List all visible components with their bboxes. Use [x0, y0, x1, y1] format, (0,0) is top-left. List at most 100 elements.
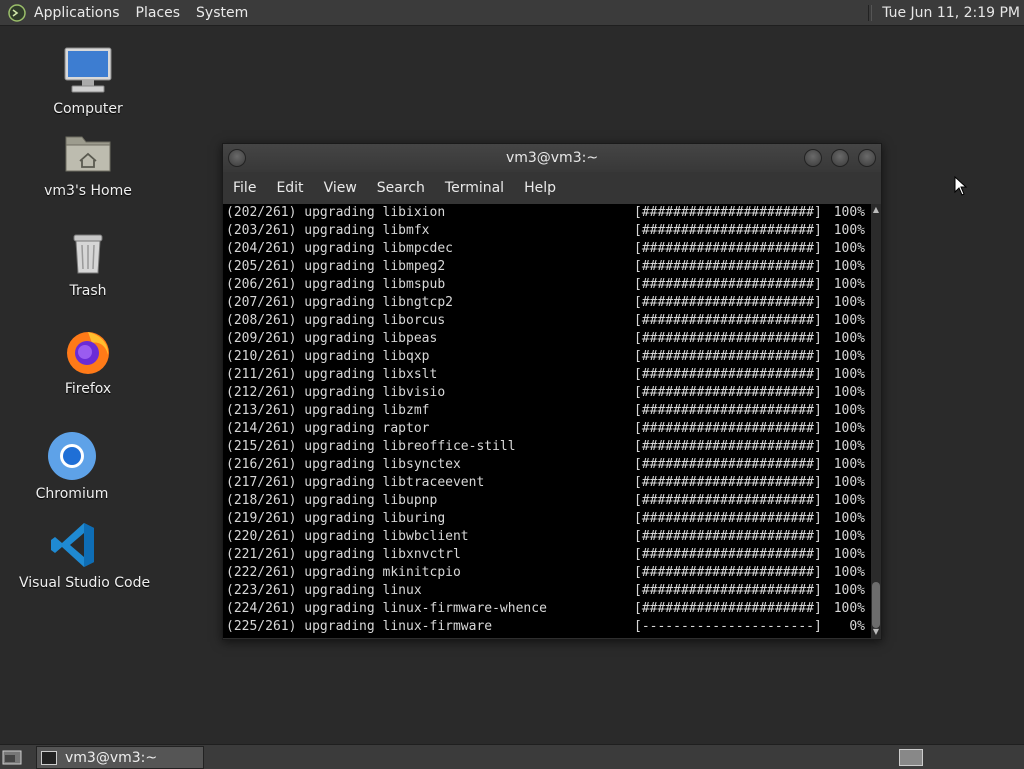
window-title: vm3@vm3:~	[505, 150, 599, 166]
terminal-line-text: (220/261) upgrading libwbclient	[226, 529, 469, 544]
menu-view[interactable]: View	[314, 180, 367, 196]
terminal-line: (216/261) upgrading libsynctex [#########…	[223, 456, 871, 474]
menu-search[interactable]: Search	[367, 180, 435, 196]
top-panel: Applications Places System Tue Jun 11, 2…	[0, 0, 1024, 26]
progress-bar-text: [######################]	[634, 241, 822, 256]
system-menu[interactable]: System	[188, 5, 256, 21]
terminal-line-text: (210/261) upgrading libqxp	[226, 349, 430, 364]
progress-percent: 100%	[833, 367, 865, 382]
progress-percent: 100%	[833, 421, 865, 436]
terminal-line: (211/261) upgrading libxslt [############…	[223, 366, 871, 384]
terminal-window: vm3@vm3:~ File Edit View Search Terminal…	[222, 143, 882, 640]
scroll-up-arrow-icon[interactable]: ▲	[872, 206, 880, 214]
desktop-icon-label: Firefox	[64, 381, 112, 397]
terminal-line-text: (209/261) upgrading libpeas	[226, 331, 438, 346]
progress-bar-text: [######################]	[634, 421, 822, 436]
show-desktop-icon[interactable]	[2, 749, 22, 765]
progress-bar-text: [######################]	[634, 601, 822, 616]
workspace-switcher[interactable]	[899, 749, 923, 766]
progress-bar-text: [######################]	[634, 295, 822, 310]
desktop-icon-label: vm3's Home	[44, 183, 132, 199]
terminal-line-text: (207/261) upgrading libngtcp2	[226, 295, 453, 310]
desktop-icon-label: Chromium	[35, 486, 109, 502]
scroll-down-arrow-icon[interactable]: ▼	[872, 628, 880, 636]
progress-percent: 100%	[833, 277, 865, 292]
menu-help[interactable]: Help	[514, 180, 566, 196]
terminal-line-text: (205/261) upgrading libmpeg2	[226, 259, 446, 274]
progress-percent: 100%	[833, 349, 865, 364]
desktop-icon-home[interactable]: vm3's Home	[33, 127, 143, 199]
maximize-button[interactable]	[831, 149, 849, 167]
terminal-line-text: (217/261) upgrading libtraceevent	[226, 475, 485, 490]
terminal-line: (209/261) upgrading libpeas [############…	[223, 330, 871, 348]
progress-bar-text: [######################]	[634, 313, 822, 328]
progress-bar-text: [######################]	[634, 205, 822, 220]
mouse-cursor-icon	[954, 176, 968, 196]
scrollbar-thumb[interactable]	[872, 582, 880, 628]
progress-percent: 0%	[849, 619, 865, 634]
terminal-line-text: (206/261) upgrading libmspub	[226, 277, 446, 292]
applications-menu[interactable]: Applications	[32, 5, 128, 21]
terminal-line-text: (213/261) upgrading libzmf	[226, 403, 430, 418]
terminal-line-text: (203/261) upgrading libmfx	[226, 223, 430, 238]
progress-bar-text: [######################]	[634, 511, 822, 526]
terminal-line: (208/261) upgrading liborcus [###########…	[223, 312, 871, 330]
progress-bar-text: [######################]	[634, 565, 822, 580]
progress-percent: 100%	[833, 457, 865, 472]
menu-file[interactable]: File	[223, 180, 266, 196]
terminal-line: (218/261) upgrading libupnp [############…	[223, 492, 871, 510]
menu-terminal[interactable]: Terminal	[435, 180, 514, 196]
progress-percent: 100%	[833, 547, 865, 562]
progress-bar-text: [######################]	[634, 277, 822, 292]
progress-bar-text: [######################]	[634, 385, 822, 400]
terminal-line: (205/261) upgrading libmpeg2 [###########…	[223, 258, 871, 276]
terminal-menubar: File Edit View Search Terminal Help	[223, 172, 881, 204]
chromium-icon	[48, 432, 96, 480]
terminal-line: (225/261) upgrading linux-firmware [-----…	[223, 618, 871, 636]
places-menu[interactable]: Places	[128, 5, 189, 21]
desktop-icon-firefox[interactable]: Firefox	[33, 325, 143, 397]
terminal-line: (223/261) upgrading linux [##############…	[223, 582, 871, 600]
terminal-scrollbar[interactable]: ▲ ▼	[871, 204, 881, 638]
desktop-icon-computer[interactable]: Computer	[33, 45, 143, 117]
menu-edit[interactable]: Edit	[266, 180, 313, 196]
progress-percent: 100%	[833, 601, 865, 616]
terminal-line-text: (218/261) upgrading libupnp	[226, 493, 438, 508]
desktop-icon-chromium[interactable]: Chromium	[17, 430, 127, 502]
terminal-line-text: (215/261) upgrading libreoffice-still	[226, 439, 516, 454]
panel-separator	[868, 4, 873, 21]
window-titlebar[interactable]: vm3@vm3:~	[223, 144, 881, 172]
progress-percent: 100%	[833, 295, 865, 310]
progress-bar-text: [######################]	[634, 475, 822, 490]
terminal-line: (207/261) upgrading libngtcp2 [##########…	[223, 294, 871, 312]
progress-bar-text: [----------------------]	[634, 619, 822, 634]
terminal-line-text: (224/261) upgrading linux-firmware-whenc…	[226, 601, 547, 616]
progress-percent: 100%	[833, 565, 865, 580]
progress-percent: 100%	[833, 403, 865, 418]
terminal-line-text: (222/261) upgrading mkinitcpio	[226, 565, 461, 580]
progress-bar-text: [######################]	[634, 529, 822, 544]
terminal-line-text: (208/261) upgrading liborcus	[226, 313, 446, 328]
computer-icon	[64, 47, 112, 93]
terminal-line: (213/261) upgrading libzmf [#############…	[223, 402, 871, 420]
desktop-icon-trash[interactable]: Trash	[33, 227, 143, 299]
desktop-icon-vscode[interactable]: Visual Studio Code	[19, 519, 150, 591]
terminal-output[interactable]: (202/261) upgrading libixion [###########…	[223, 204, 871, 638]
progress-percent: 100%	[833, 529, 865, 544]
close-button[interactable]	[858, 149, 876, 167]
minimize-button[interactable]	[804, 149, 822, 167]
distro-logo-icon[interactable]	[8, 3, 26, 22]
progress-bar-text: [######################]	[634, 547, 822, 562]
terminal-line: (217/261) upgrading libtraceevent [######…	[223, 474, 871, 492]
progress-percent: 100%	[833, 493, 865, 508]
clock[interactable]: Tue Jun 11, 2:19 PM	[882, 5, 1024, 21]
taskbar-terminal-button[interactable]: vm3@vm3:~	[36, 746, 204, 769]
terminal-line-text: (221/261) upgrading libxnvctrl	[226, 547, 461, 562]
progress-percent: 100%	[833, 223, 865, 238]
progress-percent: 100%	[833, 511, 865, 526]
terminal-line-text: (214/261) upgrading raptor	[226, 421, 430, 436]
progress-bar-text: [######################]	[634, 331, 822, 346]
terminal-line-text: (225/261) upgrading linux-firmware	[226, 619, 493, 634]
terminal-line: (224/261) upgrading linux-firmware-whenc…	[223, 600, 871, 618]
terminal-line-text: (219/261) upgrading liburing	[226, 511, 446, 526]
